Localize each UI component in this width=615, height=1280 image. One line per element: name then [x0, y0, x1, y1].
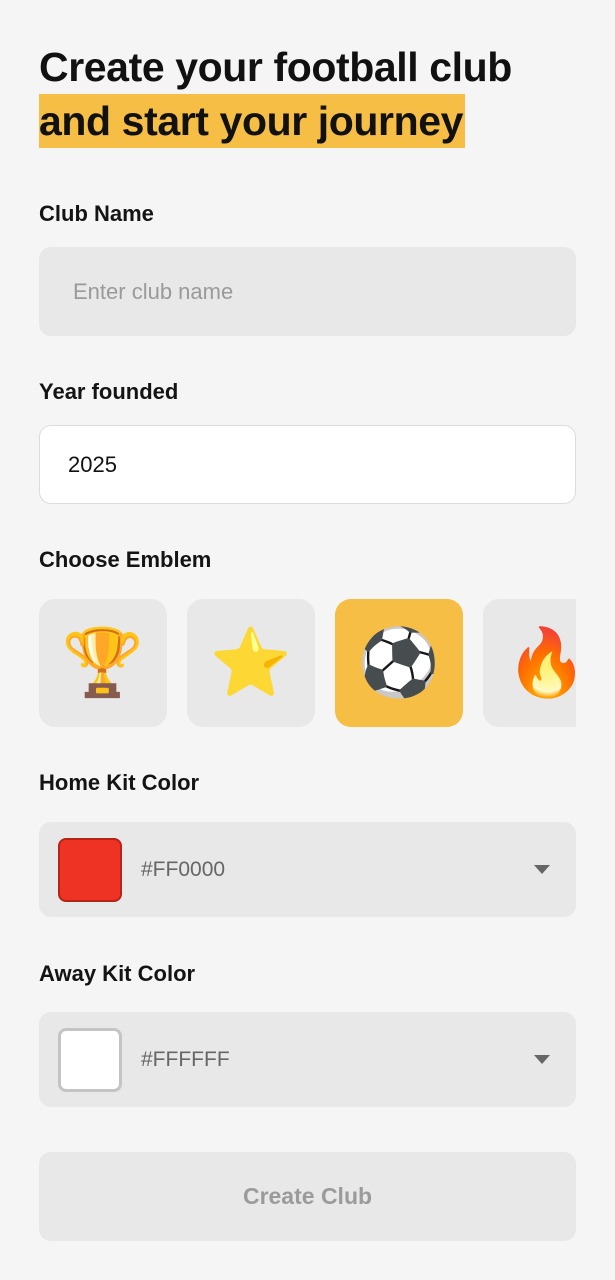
choose-emblem-label: Choose Emblem: [39, 547, 212, 572]
emblem-option-trophy[interactable]: 🏆: [39, 599, 167, 727]
home-kit-color-swatch: [58, 837, 122, 902]
home-kit-color-select[interactable]: #FF0000: [39, 822, 576, 917]
year-founded-label: Year founded: [39, 379, 179, 404]
away-kit-color-swatch: [58, 1027, 122, 1092]
year-founded-field-container: [39, 425, 576, 504]
create-club-button[interactable]: Create Club: [39, 1152, 576, 1241]
club-name-field-container: [39, 247, 576, 336]
emblem-option-star[interactable]: ⭐: [187, 599, 315, 727]
emblem-option-fire[interactable]: 🔥: [483, 599, 576, 727]
club-name-label: Club Name: [39, 201, 154, 226]
fire-icon: 🔥: [505, 624, 576, 701]
home-kit-color-value: #FF0000: [141, 857, 226, 881]
away-kit-color-label: Away Kit Color: [39, 961, 196, 986]
page-title: Create your football club and start your…: [39, 40, 512, 148]
title-line-2-highlighted: and start your journey: [39, 94, 466, 148]
away-kit-color-value: #FFFFFF: [141, 1047, 230, 1071]
title-line-1: Create your football club: [39, 44, 512, 90]
chevron-down-icon: [534, 865, 550, 874]
club-name-input[interactable]: [71, 277, 576, 306]
soccer-ball-icon: ⚽: [357, 624, 441, 701]
trophy-icon: 🏆: [61, 624, 145, 701]
home-kit-color-label: Home Kit Color: [39, 770, 200, 795]
emblem-picker: 🏆 ⭐ ⚽ 🔥: [39, 599, 576, 727]
away-kit-color-select[interactable]: #FFFFFF: [39, 1012, 576, 1107]
star-icon: ⭐: [209, 624, 293, 701]
emblem-option-soccer-ball[interactable]: ⚽: [335, 599, 463, 727]
year-founded-input[interactable]: [66, 450, 575, 479]
chevron-down-icon: [534, 1055, 550, 1064]
create-club-screen: Create your football club and start your…: [0, 0, 615, 1280]
